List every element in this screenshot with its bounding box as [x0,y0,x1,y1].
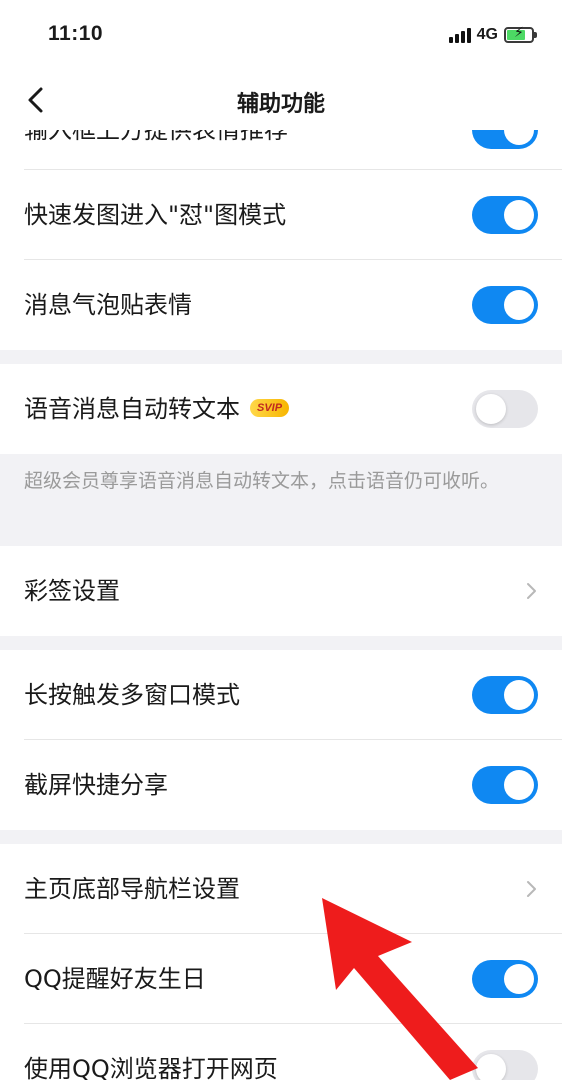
toggle-knob [504,290,534,320]
charging-bolt-icon: ⚡ [514,25,524,41]
section-gap [0,350,562,364]
toggle-long-press-multiwindow[interactable] [472,676,538,714]
setting-row-qq-browser: 使用QQ浏览器打开网页 [0,1024,562,1080]
setting-row-color-sign[interactable]: 彩签设置 [0,546,562,636]
status-time: 11:10 [48,22,104,45]
setting-row-long-press-multiwindow: 长按触发多窗口模式 [0,650,562,740]
setting-label-bubble-sticker: 消息气泡贴表情 [24,291,192,319]
toggle-screenshot-share[interactable] [472,766,538,804]
status-bar: 11:10 4G ⚡ [0,0,562,70]
chevron-right-icon [527,583,536,599]
setting-label-qq-browser: 使用QQ浏览器打开网页 [24,1055,278,1080]
chevron-right-icon [527,881,536,897]
settings-list: 输入框上方提供表情推荐 快速发图进入"怼"图模式 消息气泡贴表情 语音消息自动转… [0,130,562,1080]
battery-charging-icon: ⚡ [504,25,537,43]
setting-row-emoji-recommend: 输入框上方提供表情推荐 [0,130,562,170]
toggle-voice-to-text[interactable] [472,390,538,428]
setting-label-screenshot-share: 截屏快捷分享 [24,771,168,799]
setting-label-color-sign: 彩签设置 [24,577,120,605]
navigation-bar: 辅助功能 [0,70,562,130]
setting-label-emoji-recommend: 输入框上方提供表情推荐 [24,130,288,144]
toggle-knob [504,680,534,710]
setting-label-long-press-multiwindow: 长按触发多窗口模式 [24,681,240,709]
signal-bars-icon [448,27,471,43]
setting-row-bottom-nav[interactable]: 主页底部导航栏设置 [0,844,562,934]
status-indicators: 4G ⚡ [448,24,537,46]
toggle-knob [504,770,534,800]
toggle-knob [504,200,534,230]
setting-label-bottom-nav: 主页底部导航栏设置 [24,875,240,903]
voice-to-text-note: 超级会员尊享语音消息自动转文本，点击语音仍可收听。 [0,454,562,546]
toggle-birthday-reminder[interactable] [472,960,538,998]
setting-row-voice-to-text: 语音消息自动转文本 SVIP [0,364,562,454]
network-type: 4G [476,26,498,43]
setting-row-birthday-reminder: QQ提醒好友生日 [0,934,562,1024]
setting-label-birthday-reminder: QQ提醒好友生日 [24,965,206,993]
setting-row-screenshot-share: 截屏快捷分享 [0,740,562,830]
toggle-knob [476,1054,506,1080]
toggle-knob [476,394,506,424]
setting-label-voice-to-text: 语音消息自动转文本 SVIP [24,364,290,454]
setting-label-quick-send-image: 快速发图进入"怼"图模式 [24,201,287,229]
toggle-knob [504,130,534,145]
app-screen: 11:10 4G ⚡ 辅助功能 输入框上方提供表情推荐 快速发图进入"怼"图模式… [0,0,562,1080]
setting-row-bubble-sticker: 消息气泡贴表情 [0,260,562,350]
section-gap [0,830,562,844]
page-title: 辅助功能 [236,92,325,117]
setting-row-quick-send-image: 快速发图进入"怼"图模式 [0,170,562,260]
toggle-knob [504,964,534,994]
section-gap [0,636,562,650]
svip-badge: SVIP [250,399,290,417]
voice-to-text-text: 语音消息自动转文本 [24,395,240,423]
toggle-bubble-sticker[interactable] [472,286,538,324]
toggle-quick-send-image[interactable] [472,196,538,234]
toggle-qq-browser[interactable] [472,1050,538,1080]
toggle-emoji-recommend[interactable] [472,130,538,149]
